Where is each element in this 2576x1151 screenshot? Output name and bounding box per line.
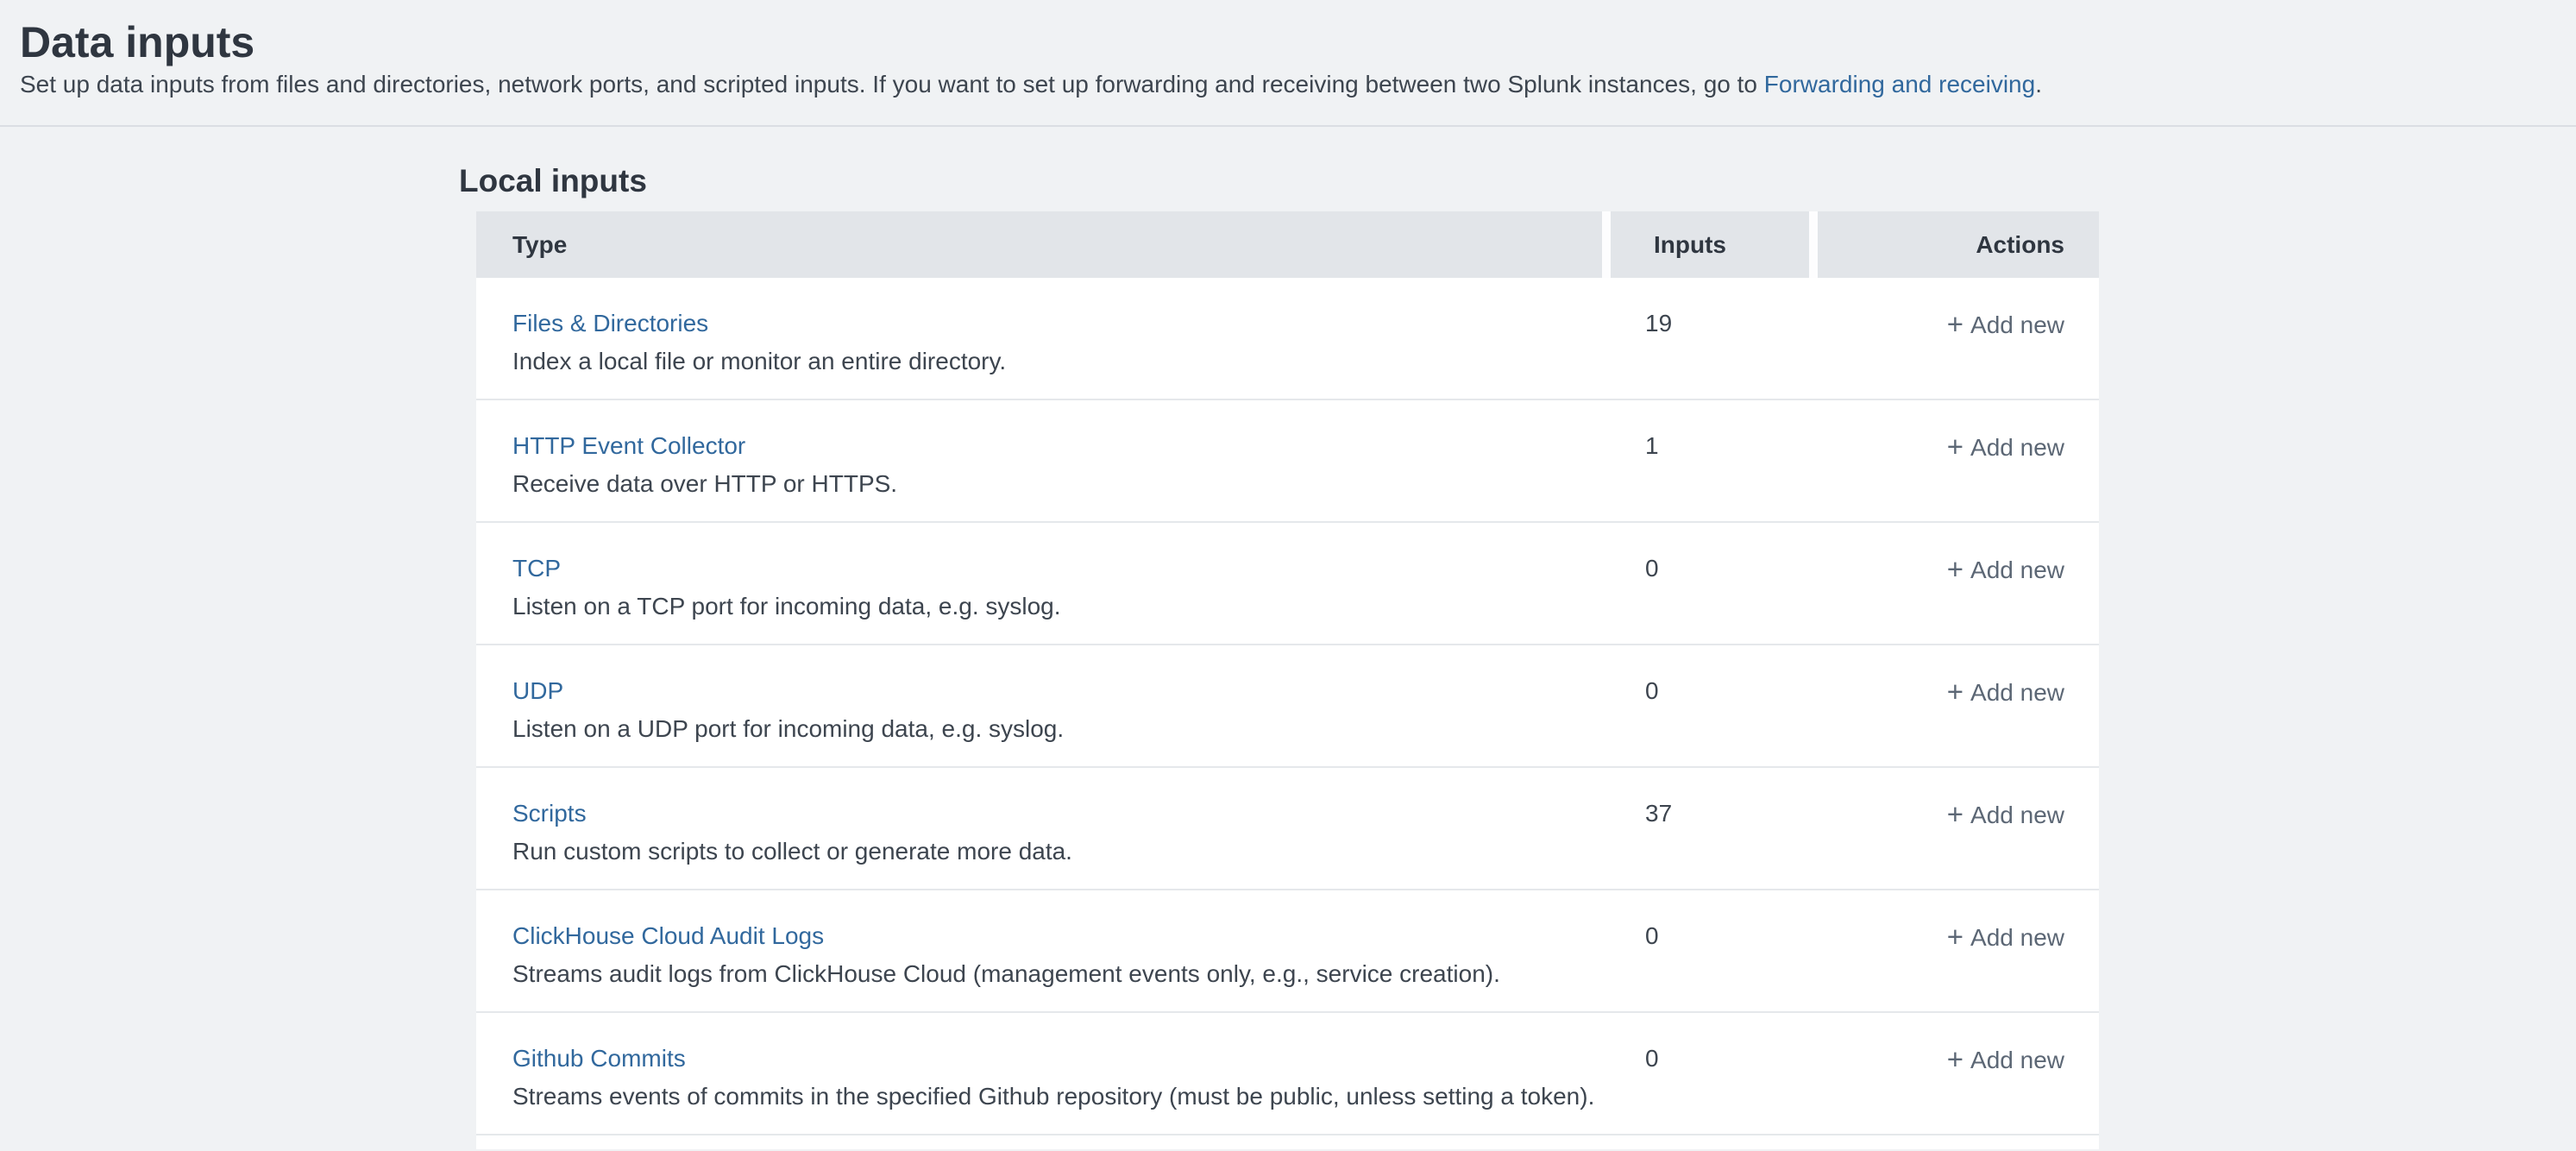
input-type-link[interactable]: ClickHouse Cloud Audit Logs [512, 921, 824, 951]
inputs-cell: 37 [1602, 768, 1818, 889]
inputs-count: 0 [1645, 1044, 1818, 1073]
plus-icon: + [1947, 921, 1963, 953]
actions-cell: + Add new [1818, 768, 2099, 889]
inputs-cell: 1 [1602, 400, 1818, 521]
add-new-label: Add new [1970, 802, 2064, 828]
add-new-link[interactable]: + Add new [1947, 676, 2064, 708]
input-type-description: Run custom scripts to collect or generat… [512, 837, 1602, 866]
type-cell: ClickHouse Cloud Audit Logs Streams audi… [476, 890, 1602, 1011]
plus-icon: + [1947, 431, 1963, 462]
type-cell: TCP Listen on a TCP port for incoming da… [476, 523, 1602, 644]
table-body: Files & Directories Index a local file o… [476, 278, 2099, 1135]
inputs-count: 19 [1645, 309, 1818, 338]
forwarding-and-receiving-link[interactable]: Forwarding and receiving [1764, 71, 2035, 97]
column-header-type: Type [476, 211, 1602, 278]
table-row: Files & Directories Index a local file o… [476, 278, 2099, 400]
add-new-link[interactable]: + Add new [1947, 921, 2064, 953]
inputs-count: 37 [1645, 799, 1818, 828]
actions-cell: + Add new [1818, 645, 2099, 766]
add-new-label: Add new [1970, 311, 2064, 338]
inputs-count: 0 [1645, 554, 1818, 583]
add-new-link[interactable]: + Add new [1947, 309, 2064, 340]
table-row: ClickHouse Cloud Audit Logs Streams audi… [476, 890, 2099, 1013]
inputs-cell: 19 [1602, 278, 1818, 399]
table-row: Scripts Run custom scripts to collect or… [476, 768, 2099, 890]
add-new-label: Add new [1970, 434, 2064, 461]
input-type-description: Streams audit logs from ClickHouse Cloud… [512, 959, 1602, 989]
inputs-cell: 0 [1602, 1013, 1818, 1134]
plus-icon: + [1947, 798, 1963, 830]
input-type-description: Listen on a TCP port for incoming data, … [512, 592, 1602, 621]
inputs-count: 0 [1645, 921, 1818, 951]
add-new-link[interactable]: + Add new [1947, 799, 2064, 830]
add-new-link[interactable]: + Add new [1947, 554, 2064, 585]
input-type-link[interactable]: Github Commits [512, 1044, 686, 1073]
type-cell: Files & Directories Index a local file o… [476, 278, 1602, 399]
column-header-actions: Actions [1809, 211, 2099, 278]
inputs-cell: 0 [1602, 645, 1818, 766]
type-cell: Scripts Run custom scripts to collect or… [476, 768, 1602, 889]
input-type-link[interactable]: Files & Directories [512, 309, 708, 338]
type-cell: UDP Listen on a UDP port for incoming da… [476, 645, 1602, 766]
plus-icon: + [1947, 676, 1963, 708]
input-type-description: Streams events of commits in the specifi… [512, 1082, 1602, 1111]
add-new-link[interactable]: + Add new [1947, 1044, 2064, 1075]
inputs-count: 1 [1645, 431, 1818, 461]
inputs-cell: 0 [1602, 523, 1818, 644]
input-type-description: Listen on a UDP port for incoming data, … [512, 714, 1602, 744]
subtitle-text: Set up data inputs from files and direct… [20, 71, 1764, 97]
page-header: Data inputs Set up data inputs from file… [0, 0, 2576, 127]
table-row: HTTP Event Collector Receive data over H… [476, 400, 2099, 523]
data-inputs-page: Data inputs Set up data inputs from file… [0, 0, 2576, 1149]
type-cell: Github Commits Streams events of commits… [476, 1013, 1602, 1134]
add-new-label: Add new [1970, 1047, 2064, 1073]
local-inputs-table: Type Inputs Actions Files & Directories … [476, 211, 2099, 1149]
inputs-count: 0 [1645, 676, 1818, 706]
type-cell: HTTP Event Collector Receive data over H… [476, 400, 1602, 521]
table-row: UDP Listen on a UDP port for incoming da… [476, 645, 2099, 768]
content-area: Local inputs Type Inputs Actions Files &… [459, 127, 2576, 1149]
input-type-link[interactable]: TCP [512, 554, 561, 583]
plus-icon: + [1947, 1043, 1963, 1075]
actions-cell: + Add new [1818, 1013, 2099, 1134]
add-new-link[interactable]: + Add new [1947, 431, 2064, 462]
partial-next-row [476, 1135, 2099, 1149]
page-subtitle: Set up data inputs from files and direct… [20, 69, 2541, 100]
actions-cell: + Add new [1818, 278, 2099, 399]
table-header-row: Type Inputs Actions [476, 211, 2099, 278]
actions-cell: + Add new [1818, 400, 2099, 521]
plus-icon: + [1947, 308, 1963, 340]
table-row: Github Commits Streams events of commits… [476, 1013, 2099, 1135]
input-type-link[interactable]: HTTP Event Collector [512, 431, 745, 461]
plus-icon: + [1947, 553, 1963, 585]
input-type-description: Index a local file or monitor an entire … [512, 347, 1602, 376]
add-new-label: Add new [1970, 679, 2064, 706]
table-row: TCP Listen on a TCP port for incoming da… [476, 523, 2099, 645]
add-new-label: Add new [1970, 924, 2064, 951]
add-new-label: Add new [1970, 557, 2064, 583]
inputs-cell: 0 [1602, 890, 1818, 1011]
column-header-inputs: Inputs [1602, 211, 1809, 278]
local-inputs-heading: Local inputs [459, 162, 2576, 200]
input-type-link[interactable]: UDP [512, 676, 563, 706]
actions-cell: + Add new [1818, 890, 2099, 1011]
actions-cell: + Add new [1818, 523, 2099, 644]
input-type-link[interactable]: Scripts [512, 799, 587, 828]
subtitle-period: . [2035, 71, 2042, 97]
page-title: Data inputs [20, 17, 2541, 67]
input-type-description: Receive data over HTTP or HTTPS. [512, 469, 1602, 499]
